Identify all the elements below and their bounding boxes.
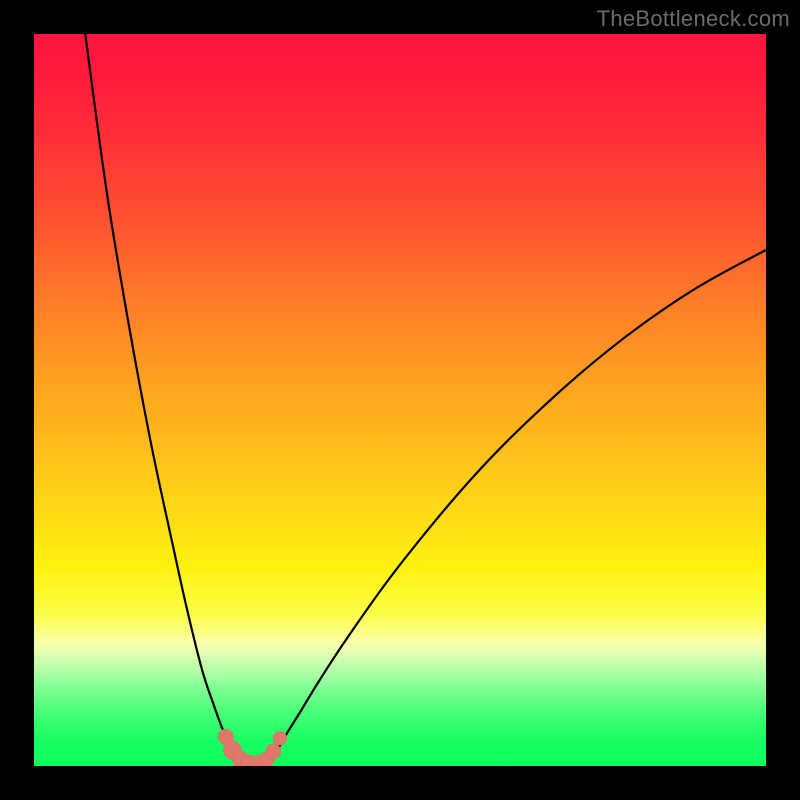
plot-area bbox=[34, 34, 766, 766]
curve-left-branch bbox=[85, 34, 238, 762]
curve-right-branch bbox=[270, 250, 766, 760]
watermark-text: TheBottleneck.com bbox=[597, 6, 790, 32]
valley-dot bbox=[273, 731, 287, 745]
valley-dots bbox=[218, 729, 287, 766]
curve-svg bbox=[34, 34, 766, 766]
valley-dot bbox=[266, 744, 281, 759]
chart-stage: TheBottleneck.com bbox=[0, 0, 800, 800]
